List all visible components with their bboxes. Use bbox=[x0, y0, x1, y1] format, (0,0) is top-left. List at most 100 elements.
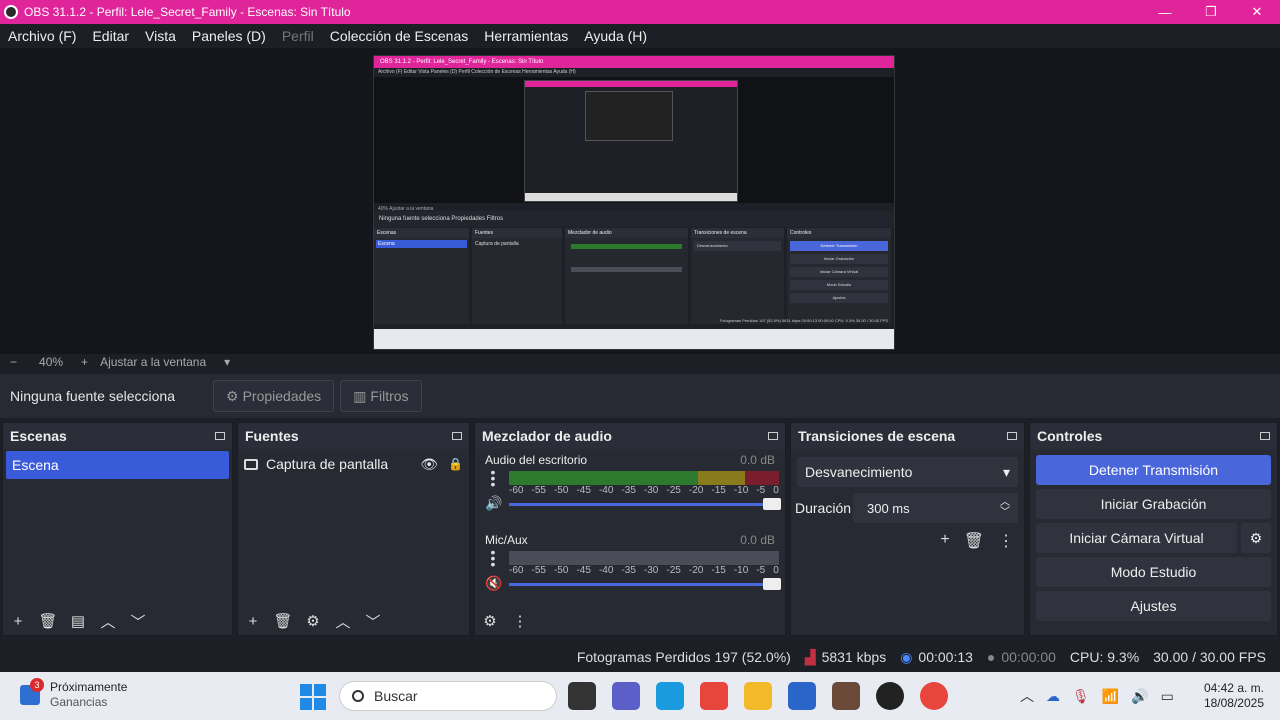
zoom-dropdown-icon[interactable]: ▾ bbox=[224, 355, 230, 369]
game-icon[interactable] bbox=[832, 682, 860, 710]
chevron-up-icon[interactable]: ︿ bbox=[93, 611, 123, 632]
bitrate: ▟ 5831 kbps bbox=[804, 648, 887, 666]
float-dock-icon[interactable] bbox=[1007, 432, 1017, 440]
obs-icon[interactable] bbox=[876, 682, 904, 710]
properties-button[interactable]: ⚙ Propiedades bbox=[213, 380, 335, 412]
mini-status: Fotogramas Perdidos 197 (52.0%) 5831 kbp… bbox=[719, 318, 888, 323]
store-icon[interactable] bbox=[788, 682, 816, 710]
eye-icon[interactable]: 👁 bbox=[420, 456, 438, 473]
more-icon[interactable]: ⋮ bbox=[998, 531, 1014, 551]
mixer-title: Mezclador de audio bbox=[482, 428, 612, 444]
filter-icon[interactable]: ▤ bbox=[63, 612, 93, 630]
audio-mixer-dock: Mezclador de audio Audio del escritorio … bbox=[474, 422, 786, 636]
transition-select[interactable]: Desvanecimiento ▾ bbox=[797, 457, 1018, 487]
settings-button[interactable]: Ajustes bbox=[1036, 591, 1271, 621]
advanced-audio-icon[interactable]: ⚙ bbox=[475, 612, 505, 630]
mini-preview bbox=[374, 77, 894, 203]
obs-logo-icon bbox=[4, 5, 18, 19]
start-recording-button[interactable]: Iniciar Grabación bbox=[1036, 489, 1271, 519]
add-icon[interactable]: + bbox=[238, 613, 268, 630]
gear-icon[interactable]: ⚙ bbox=[1241, 523, 1271, 553]
taskbar-apps bbox=[568, 682, 964, 710]
float-dock-icon[interactable] bbox=[1260, 432, 1270, 440]
trash-icon[interactable]: 🗑 bbox=[964, 531, 984, 551]
volume-slider[interactable] bbox=[509, 578, 781, 590]
maximize-button[interactable]: ❐ bbox=[1188, 0, 1234, 24]
menu-perfil[interactable]: Perfil bbox=[274, 28, 322, 44]
menu-vista[interactable]: Vista bbox=[137, 28, 184, 44]
chevron-down-icon[interactable]: ﹀ bbox=[123, 611, 153, 632]
microphone-icon[interactable]: 🎙 bbox=[1072, 688, 1090, 705]
wifi-icon[interactable]: 📶 bbox=[1102, 688, 1119, 705]
file-explorer-icon[interactable] bbox=[744, 682, 772, 710]
scene-item[interactable]: Escena bbox=[6, 451, 229, 479]
spin-arrows-icon[interactable]: ︿ ﹀ bbox=[1000, 498, 1010, 518]
volume-icon[interactable]: 🔊 bbox=[1131, 688, 1148, 705]
muted-speaker-icon[interactable]: 🔇 bbox=[485, 575, 503, 591]
trash-icon[interactable]: 🗑 bbox=[33, 612, 63, 630]
zoom-out-button[interactable]: − bbox=[10, 355, 17, 369]
close-button[interactable]: ✕ bbox=[1234, 0, 1280, 24]
float-dock-icon[interactable] bbox=[768, 432, 778, 440]
float-dock-icon[interactable] bbox=[215, 432, 225, 440]
start-button[interactable] bbox=[300, 684, 326, 710]
taskbar-search[interactable]: Buscar bbox=[339, 681, 557, 711]
minimize-button[interactable]: — bbox=[1142, 0, 1188, 24]
speaker-icon[interactable]: 🔊 bbox=[485, 495, 503, 511]
stop-stream-button[interactable]: Detener Transmisión bbox=[1036, 455, 1271, 485]
gear-icon: ⚙ bbox=[226, 387, 239, 404]
lock-icon[interactable]: 🔒 bbox=[448, 457, 463, 471]
dropped-frames: Fotogramas Perdidos 197 (52.0%) bbox=[576, 649, 791, 665]
volume-slider[interactable] bbox=[509, 498, 781, 510]
chrome-profile-icon[interactable] bbox=[920, 682, 948, 710]
meter-scale: -60 -55 -50 -45 -40 -35 -30 -25 -20 -15 -10 -5 0 bbox=[509, 565, 779, 576]
more-icon[interactable]: • • • bbox=[489, 465, 497, 491]
edge-icon[interactable] bbox=[656, 682, 684, 710]
onedrive-icon[interactable]: ☁ bbox=[1046, 688, 1060, 705]
chrome-icon[interactable] bbox=[700, 682, 728, 710]
filters-label: Filtros bbox=[370, 388, 409, 404]
gear-icon[interactable]: ⚙ bbox=[298, 612, 328, 630]
menu-coleccion-escenas[interactable]: Colección de Escenas bbox=[322, 28, 477, 44]
chevron-up-icon[interactable]: ︿ bbox=[328, 611, 358, 632]
more-icon[interactable]: ⋮ bbox=[505, 612, 535, 630]
filters-button[interactable]: ▥ Filtros bbox=[340, 380, 422, 412]
battery-icon[interactable]: ▭ bbox=[1161, 688, 1174, 705]
more-icon[interactable]: • • • bbox=[489, 545, 497, 571]
zoom-in-button[interactable]: + bbox=[81, 355, 88, 369]
volume-meter bbox=[509, 471, 779, 485]
search-placeholder: Buscar bbox=[374, 688, 418, 704]
add-icon[interactable]: + bbox=[940, 531, 949, 551]
duration-row: Duración 300 ms ︿ ﹀ bbox=[795, 493, 1018, 523]
menu-editar[interactable]: Editar bbox=[84, 28, 137, 44]
mini-menu: Archivo (F) Editar Vista Paneles (D) Per… bbox=[378, 69, 576, 75]
status-bar: Fotogramas Perdidos 197 (52.0%) ▟ 5831 kb… bbox=[0, 646, 1280, 668]
channel-db: 0.0 dB bbox=[740, 533, 775, 547]
volume-meter bbox=[509, 551, 779, 565]
trash-icon[interactable]: 🗑 bbox=[268, 612, 298, 630]
source-item[interactable]: Captura de pantalla 👁 🔒 bbox=[244, 451, 463, 477]
chevron-down-icon[interactable]: ﹀ bbox=[358, 611, 388, 632]
duration-spinbox[interactable]: 300 ms ︿ ﹀ bbox=[853, 493, 1018, 523]
studio-mode-button[interactable]: Modo Estudio bbox=[1036, 557, 1271, 587]
teams-icon[interactable] bbox=[612, 682, 640, 710]
chevron-up-icon[interactable]: ︿ bbox=[1020, 686, 1034, 706]
mini-taskbar bbox=[374, 329, 894, 349]
task-view-icon[interactable] bbox=[568, 682, 596, 710]
menu-herramientas[interactable]: Herramientas bbox=[476, 28, 576, 44]
menu-archivo[interactable]: Archivo (F) bbox=[0, 28, 84, 44]
record-icon: ● bbox=[986, 649, 996, 665]
start-virtual-camera-button[interactable]: Iniciar Cámara Virtual bbox=[1036, 523, 1237, 553]
mini-controls-dock: Controles Detener Transmisión Iniciar Gr… bbox=[787, 228, 891, 324]
properties-label: Propiedades bbox=[242, 388, 322, 404]
zoom-level: 40% bbox=[39, 355, 64, 369]
float-dock-icon[interactable] bbox=[452, 432, 462, 440]
transitions-title: Transiciones de escena bbox=[798, 428, 956, 444]
signal-icon: ▟ bbox=[804, 648, 816, 665]
add-icon[interactable]: + bbox=[3, 613, 33, 630]
sources-title: Fuentes bbox=[245, 428, 299, 444]
menu-paneles[interactable]: Paneles (D) bbox=[184, 28, 274, 44]
menu-ayuda[interactable]: Ayuda (H) bbox=[576, 28, 655, 44]
menu-bar: Archivo (F) Editar Vista Paneles (D) Per… bbox=[0, 24, 1280, 48]
clock[interactable]: 04:42 a. m. 18/08/2025 bbox=[1204, 681, 1264, 711]
